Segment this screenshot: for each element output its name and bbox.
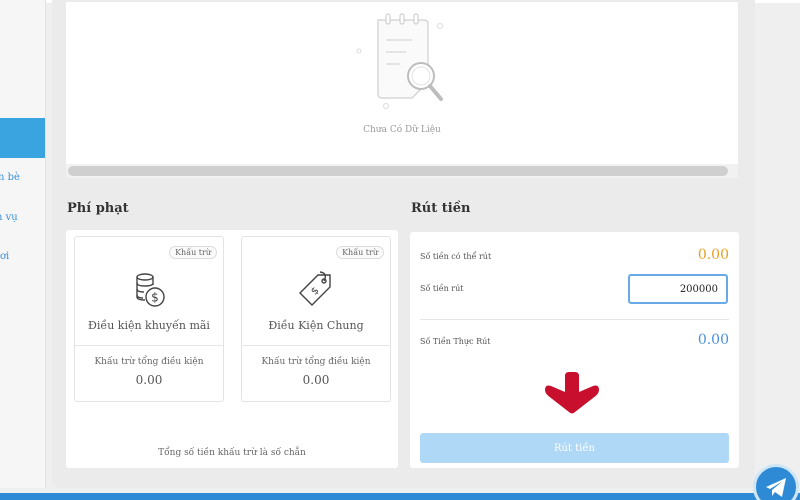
available-label: Số tiền có thể rút — [420, 252, 492, 261]
promo-condition-card: Khấu trừ $ Điều kiện khuyến mãi Khấu trừ… — [74, 236, 224, 402]
main-content: Chưa Có Dữ Liệu Phí phạt Rút tiền Khấu t… — [52, 0, 755, 488]
penalty-panel: Khấu trừ $ Điều kiện khuyến mãi Khấu trừ… — [66, 230, 398, 468]
svg-text:$: $ — [309, 285, 321, 297]
withdraw-amount-input[interactable] — [628, 274, 728, 304]
sidebar: n bè n vụ ơi — [0, 0, 46, 488]
deduct-value: 0.00 — [135, 373, 163, 387]
withdraw-title: Rút tiền — [411, 201, 471, 216]
sidebar-item-active[interactable] — [0, 118, 45, 158]
penalty-note: Tổng số tiền khấu trừ là số chẵn — [158, 448, 306, 458]
deduct-label: Khấu trừ tổng điều kiện — [94, 357, 204, 367]
empty-document-icon — [356, 13, 443, 109]
price-tag-icon: $ — [299, 271, 331, 306]
history-panel: Chưa Có Dữ Liệu — [66, 2, 738, 178]
deduct-label: Khấu trừ tổng điều kiện — [261, 357, 371, 367]
card-name: Điều Kiện Chung — [268, 319, 364, 332]
card-divider — [242, 345, 390, 346]
svg-text:$: $ — [151, 291, 159, 305]
empty-state-text: Chưa Có Dữ Liệu — [363, 125, 441, 135]
card-name: Điều kiện khuyến mãi — [88, 319, 210, 332]
card-divider — [75, 345, 223, 346]
withdraw-panel: Số tiền có thể rút 0.00 Số tiền rút Số T… — [410, 232, 739, 468]
deduct-tag: Khấu trừ — [169, 246, 217, 259]
horizontal-scrollbar[interactable] — [66, 164, 738, 178]
actual-value: 0.00 — [697, 332, 729, 348]
sidebar-item-other[interactable]: ơi — [0, 251, 9, 262]
telegram-icon — [766, 478, 786, 497]
general-condition-card: Khấu trừ $ Điều Kiện Chung Khấu trừ tổng… — [241, 236, 391, 402]
coins-dollar-icon: $ — [136, 273, 165, 307]
available-value: 0.00 — [697, 247, 729, 263]
arrow-down-icon — [545, 372, 599, 414]
actual-label: Số Tiền Thực Rút — [420, 337, 491, 346]
deduct-tag: Khấu trừ — [336, 246, 384, 259]
bottom-bar — [0, 493, 800, 500]
withdraw-button[interactable]: Rút tiền — [420, 433, 729, 463]
amount-label: Số tiền rút — [420, 284, 464, 293]
deduct-value: 0.00 — [302, 373, 330, 387]
withdraw-divider — [420, 319, 729, 320]
sidebar-item-service[interactable]: n vụ — [0, 212, 18, 223]
scrollbar-thumb[interactable] — [68, 166, 728, 176]
sidebar-item-friends[interactable]: n bè — [0, 172, 20, 183]
telegram-button[interactable] — [753, 464, 799, 500]
penalty-title: Phí phạt — [67, 201, 129, 216]
